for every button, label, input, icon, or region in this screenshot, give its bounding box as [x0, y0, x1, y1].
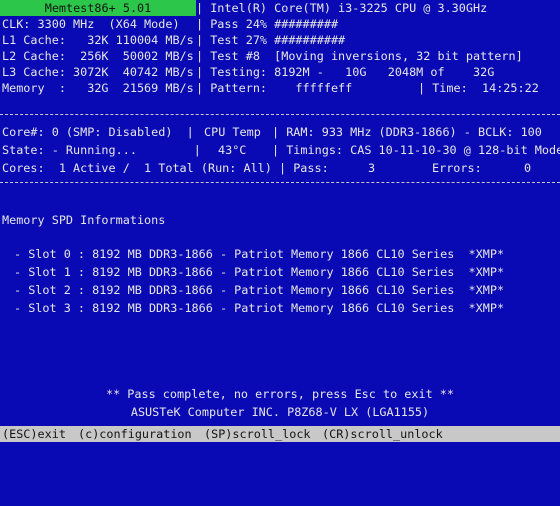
- header-row-4: L2 Cache: 256K 50002 MB/s | Test #8 [Mov…: [0, 48, 560, 64]
- status-row-1: Core#: 0 (SMP: Disabled) | CPU Temp | RA…: [0, 124, 560, 140]
- cpu-temp-value: 43°C: [218, 143, 247, 157]
- spd-slot-0: - Slot 0 : 8192 MB DDR3-1866 - Patriot M…: [14, 247, 505, 261]
- clock-speed: CLK: 3300 MHz (X64 Mode): [2, 17, 180, 31]
- memory-info: Memory : 32G 21569 MB/s: [2, 81, 194, 95]
- app-title: Memtest86+ 5.01: [0, 0, 196, 16]
- cpu-model: | Intel(R) Core(TM) i3-3225 CPU @ 3.30GH…: [196, 1, 488, 15]
- l3-cache: L3 Cache: 3072K 40742 MB/s: [2, 65, 194, 79]
- separator-top: [0, 114, 560, 116]
- scroll-unlock-key[interactable]: (CR)scroll_unlock: [322, 426, 443, 442]
- timings-info: | Timings: CAS 10-11-10-30 @ 128-bit Mod…: [272, 143, 560, 157]
- pattern-info: | Pattern: fffffeff: [196, 81, 353, 95]
- spd-slot-row: - Slot 1 : 8192 MB DDR3-1866 - Patriot M…: [0, 264, 560, 280]
- errors-count: 0: [524, 161, 532, 175]
- time-label: | Time:: [418, 81, 468, 95]
- test-progress: | Test 27% ##########: [196, 33, 346, 47]
- spd-slot-row: - Slot 0 : 8192 MB DDR3-1866 - Patriot M…: [0, 246, 560, 262]
- header-row-1: Memtest86+ 5.01 | Intel(R) Core(TM) i3-3…: [0, 0, 560, 16]
- motherboard-info: ASUSTeK Computer INC. P8Z68-V LX (LGA115…: [130, 405, 430, 419]
- spd-slot-row: - Slot 3 : 8192 MB DDR3-1866 - Patriot M…: [0, 300, 560, 316]
- spd-heading-row: Memory SPD Informations: [0, 212, 560, 228]
- state-info: State: - Running... |: [2, 143, 201, 157]
- cpu-temp-label: CPU Temp: [204, 125, 261, 139]
- time-value: 14:25:22: [482, 81, 539, 95]
- status-row-3: Cores: 1 Active / 1 Total (Run: All) | P…: [0, 160, 560, 176]
- header-row-6: Memory : 32G 21569 MB/s | Pattern: fffff…: [0, 80, 560, 96]
- key-bar: (ESC)exit (c)configuration (SP)scroll_lo…: [0, 426, 560, 442]
- core-info: Core#: 0 (SMP: Disabled) |: [2, 125, 194, 139]
- spd-slot-1: - Slot 1 : 8192 MB DDR3-1866 - Patriot M…: [14, 265, 505, 279]
- ram-info: | RAM: 933 MHz (DDR3-1866) - BCLK: 100: [272, 125, 542, 139]
- status-row-2: State: - Running... | 43°C | Timings: CA…: [0, 142, 560, 158]
- exit-key[interactable]: (ESC)exit: [2, 426, 66, 442]
- separator-bottom: [0, 182, 560, 184]
- pass-count: 3: [368, 161, 376, 175]
- pass-progress: | Pass 24% #########: [196, 17, 339, 31]
- configuration-key[interactable]: (c)configuration: [78, 426, 192, 442]
- spd-heading: Memory SPD Informations: [2, 213, 166, 227]
- header-row-3: L1 Cache: 32K 110004 MB/s | Test 27% ###…: [0, 32, 560, 48]
- test-number: | Test #8 [Moving inversions, 32 bit pat…: [196, 49, 523, 63]
- l2-cache: L2 Cache: 256K 50002 MB/s: [2, 49, 194, 63]
- cores-info: Cores: 1 Active / 1 Total (Run: All) | P…: [2, 161, 329, 175]
- scroll-lock-key[interactable]: (SP)scroll_lock: [204, 426, 311, 442]
- testing-range: | Testing: 8192M - 10G 2048M of 32G: [196, 65, 495, 79]
- pass-complete-message: ** Pass complete, no errors, press Esc t…: [105, 387, 454, 401]
- spd-slot-row: - Slot 2 : 8192 MB DDR3-1866 - Patriot M…: [0, 282, 560, 298]
- l1-cache: L1 Cache: 32K 110004 MB/s: [2, 33, 194, 47]
- spd-slot-2: - Slot 2 : 8192 MB DDR3-1866 - Patriot M…: [14, 283, 505, 297]
- header-row-2: CLK: 3300 MHz (X64 Mode) | Pass 24% ####…: [0, 16, 560, 32]
- spd-slot-3: - Slot 3 : 8192 MB DDR3-1866 - Patriot M…: [14, 301, 505, 315]
- errors-label: Errors:: [432, 161, 482, 175]
- header-row-5: L3 Cache: 3072K 40742 MB/s | Testing: 81…: [0, 64, 560, 80]
